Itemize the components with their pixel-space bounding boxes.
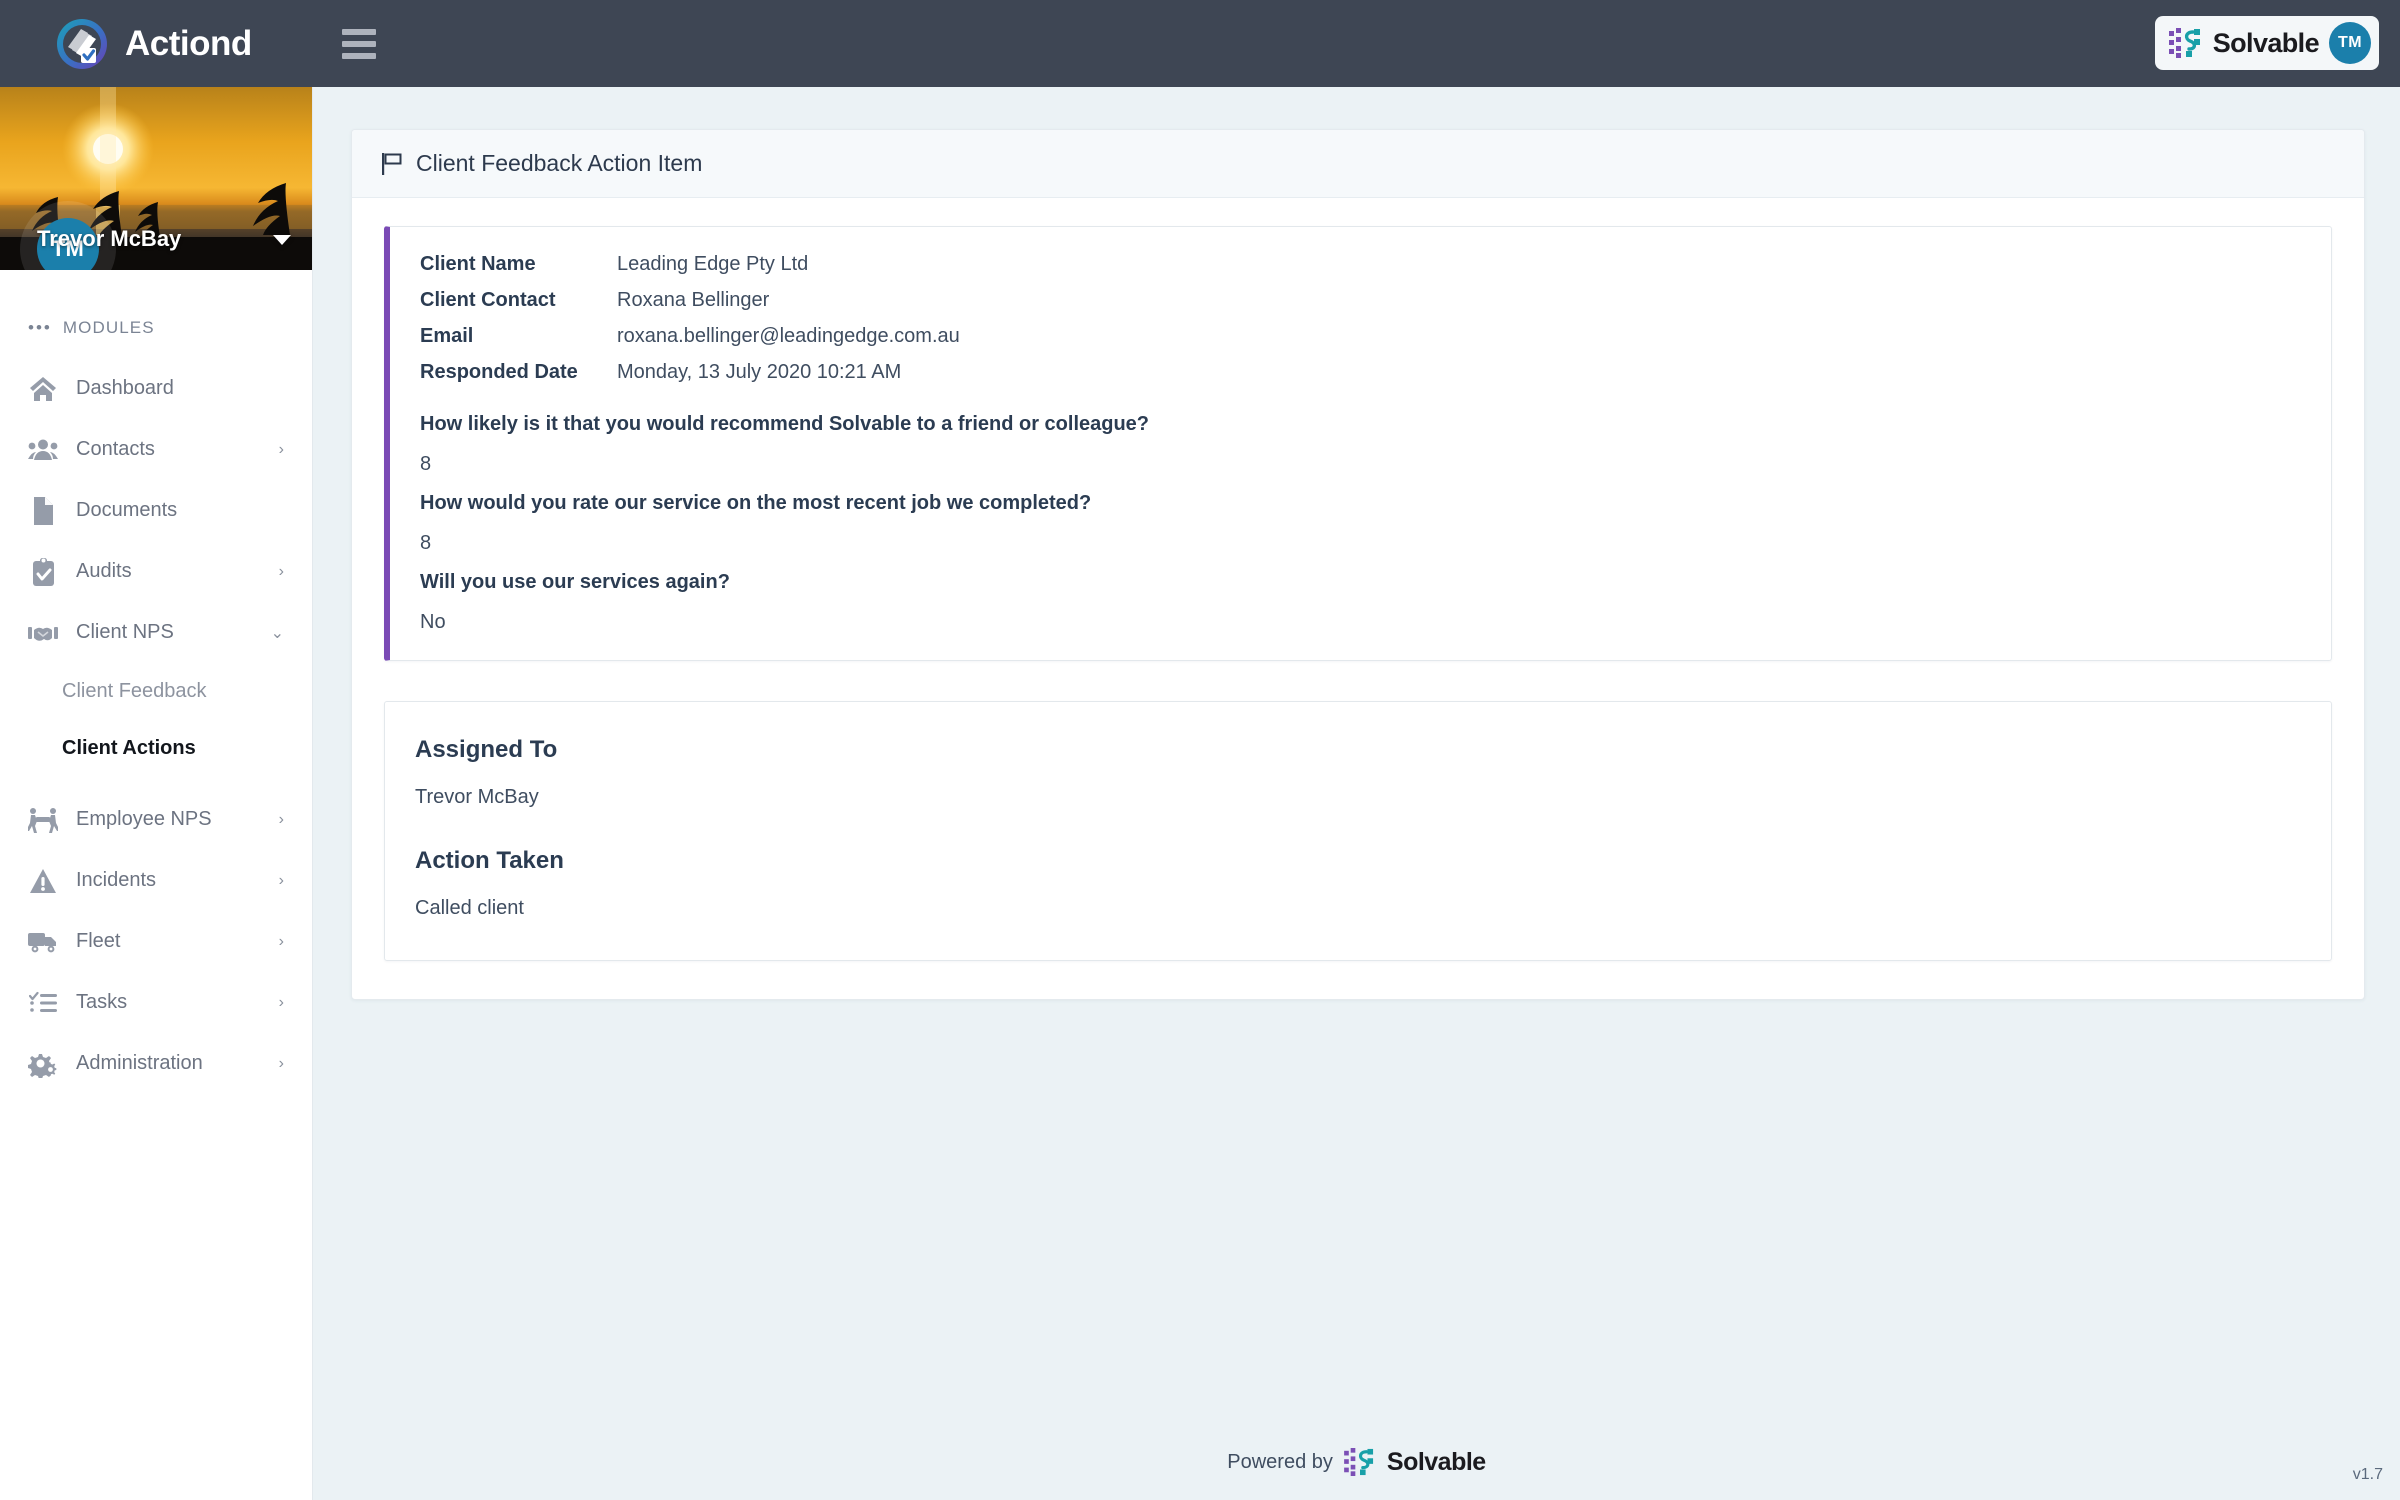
ellipsis-icon: ••• xyxy=(28,318,52,337)
solvable-wordmark: Solvable xyxy=(2212,27,2320,58)
page-card-header: Client Feedback Action Item xyxy=(352,130,2364,198)
field-value: roxana.bellinger@leadingedge.com.au xyxy=(617,325,960,347)
sidebar-item-audits[interactable]: Audits › xyxy=(0,541,312,602)
document-icon xyxy=(28,496,58,526)
powered-by-block: Powered by Solvable xyxy=(1227,1447,1486,1477)
task-list-icon xyxy=(28,988,58,1018)
solvable-mark-icon xyxy=(1344,1448,1376,1476)
sidebar-item-incidents[interactable]: Incidents › xyxy=(0,850,312,911)
chevron-down-icon[interactable] xyxy=(273,235,291,245)
question-text: How would you rate our service on the mo… xyxy=(420,492,1092,514)
chevron-right-icon: › xyxy=(278,562,284,580)
handshake-icon xyxy=(28,618,58,648)
truck-icon xyxy=(28,927,58,957)
powered-by-text: Powered by xyxy=(1227,1450,1333,1473)
sidebar-item-contacts[interactable]: Contacts › xyxy=(0,419,312,480)
sidebar-item-label: Contacts xyxy=(76,438,155,460)
sidebar-item-label: Employee NPS xyxy=(76,808,212,830)
people-carry-icon xyxy=(28,805,58,835)
question-text: How likely is it that you would recommen… xyxy=(420,413,1150,435)
modules-section-label: ••• MODULES xyxy=(0,270,312,338)
sidebar-item-employee-nps[interactable]: Employee NPS › xyxy=(0,789,312,850)
sidebar-subitem-label: Client Actions xyxy=(62,737,196,759)
field-value: Leading Edge Pty Ltd xyxy=(617,253,809,275)
sidebar-item-label: Tasks xyxy=(76,991,128,1013)
hamburger-menu-icon[interactable] xyxy=(341,28,376,59)
field-value: Roxana Bellinger xyxy=(617,289,770,311)
chevron-right-icon: › xyxy=(278,810,284,828)
gears-icon xyxy=(28,1049,58,1079)
sidebar-item-documents[interactable]: Documents xyxy=(0,480,312,541)
sidebar-item-dashboard[interactable]: Dashboard xyxy=(0,358,312,419)
user-profile-header[interactable]: TM Trevor McBay xyxy=(0,87,312,270)
action-taken-label: Action Taken xyxy=(415,847,564,874)
sidebar-item-label: Incidents xyxy=(76,869,157,891)
answer-text: No xyxy=(420,611,446,633)
warning-triangle-icon xyxy=(28,866,58,896)
sidebar-item-label: Dashboard xyxy=(76,377,174,399)
app-name: Actiond xyxy=(125,23,252,63)
field-row-email: Email roxana.bellinger@leadingedge.com.a… xyxy=(390,325,2331,361)
chevron-right-icon: › xyxy=(278,440,284,458)
sidebar-item-label: Documents xyxy=(76,499,178,521)
sidebar-item-client-feedback[interactable]: Client Feedback xyxy=(0,663,312,720)
solvable-product-badge[interactable]: Solvable TM xyxy=(2154,16,2379,70)
sidebar-item-label: Administration xyxy=(76,1052,203,1074)
sidebar-nav: Dashboard Contacts › Documents Audits › … xyxy=(0,358,312,1094)
page-title: Client Feedback Action Item xyxy=(416,150,703,176)
field-row-client-name: Client Name Leading Edge Pty Ltd xyxy=(390,253,2331,289)
answer-text: 8 xyxy=(420,532,432,554)
answer-text: 8 xyxy=(420,453,432,475)
field-label: Client Name xyxy=(420,253,536,275)
page-card: Client Feedback Action Item Client Name … xyxy=(351,129,2365,1000)
chevron-right-icon: › xyxy=(278,932,284,950)
sidebar-item-client-actions[interactable]: Client Actions xyxy=(0,720,312,777)
sidebar-item-fleet[interactable]: Fleet › xyxy=(0,911,312,972)
people-icon xyxy=(28,435,58,465)
field-label: Client Contact xyxy=(420,289,556,311)
chevron-right-icon: › xyxy=(278,993,284,1011)
sidebar: TM Trevor McBay ••• MODULES Dashboard Co… xyxy=(0,87,313,1500)
trademark-badge: TM xyxy=(2329,22,2371,64)
field-row-client-contact: Client Contact Roxana Bellinger xyxy=(390,289,2331,325)
app-brand[interactable]: Actiond xyxy=(55,17,252,71)
main-content: Client Feedback Action Item Client Name … xyxy=(313,87,2400,1500)
sidebar-item-administration[interactable]: Administration › xyxy=(0,1033,312,1094)
field-row-responded-date: Responded Date Monday, 13 July 2020 10:2… xyxy=(390,361,2331,397)
version-label: v1.7 xyxy=(2352,1466,2383,1483)
assigned-to-label: Assigned To xyxy=(415,736,558,763)
action-taken-value: Called client xyxy=(415,897,524,919)
footer: Powered by Solvable v1.7 xyxy=(313,1424,2400,1500)
modules-label-text: MODULES xyxy=(62,318,155,337)
field-label: Responded Date xyxy=(420,361,578,383)
home-icon xyxy=(28,374,58,404)
sidebar-item-label: Client NPS xyxy=(76,621,174,643)
client-feedback-panel: Client Name Leading Edge Pty Ltd Client … xyxy=(384,226,2332,661)
profile-name: Trevor McBay xyxy=(37,226,182,251)
assignment-panel: Assigned To Trevor McBay Action Taken Ca… xyxy=(384,701,2332,961)
field-label: Email xyxy=(420,325,474,347)
chevron-down-icon: ⌄ xyxy=(270,624,284,642)
clipboard-check-icon xyxy=(28,557,58,587)
sidebar-item-tasks[interactable]: Tasks › xyxy=(0,972,312,1033)
page-card-body: Client Name Leading Edge Pty Ltd Client … xyxy=(352,198,2364,999)
chevron-right-icon: › xyxy=(278,1054,284,1072)
field-value: Monday, 13 July 2020 10:21 AM xyxy=(617,361,902,383)
solvable-wordmark: Solvable xyxy=(1386,1447,1486,1476)
chevron-right-icon: › xyxy=(278,871,284,889)
actiond-logo-icon xyxy=(55,17,109,71)
solvable-mark-icon xyxy=(2168,28,2203,58)
top-bar: Actiond Solvable TM xyxy=(0,0,2400,87)
sidebar-subitem-label: Client Feedback xyxy=(62,680,207,702)
sidebar-item-label: Fleet xyxy=(76,930,121,952)
assigned-to-value: Trevor McBay xyxy=(415,786,539,808)
question-text: Will you use our services again? xyxy=(420,571,730,593)
flag-icon xyxy=(382,152,402,175)
sidebar-item-client-nps[interactable]: Client NPS ⌄ xyxy=(0,602,312,663)
sidebar-item-label: Audits xyxy=(76,560,132,582)
